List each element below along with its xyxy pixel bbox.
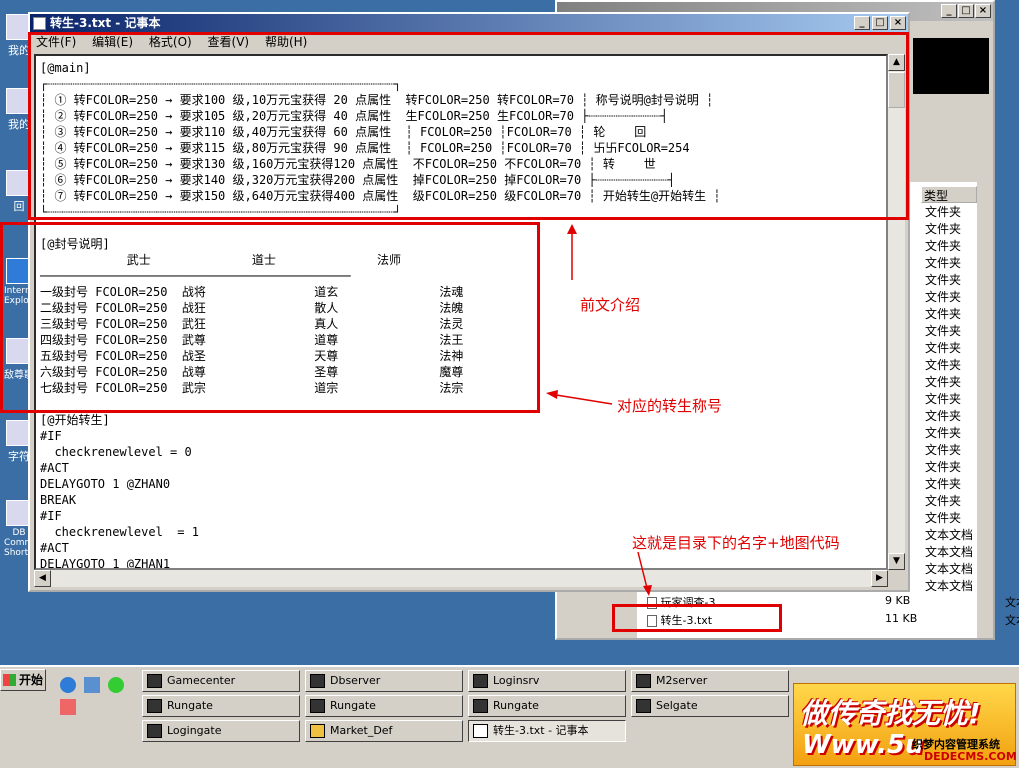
taskbar-button[interactable]: Selgate — [631, 695, 789, 717]
taskbar-button[interactable]: Rungate — [142, 695, 300, 717]
taskbar-button-label: Loginsrv — [493, 674, 540, 687]
start-label: 开始 — [19, 673, 44, 687]
taskbar-button-label: Market_Def — [330, 724, 393, 737]
taskbar-button[interactable]: Logingate — [142, 720, 300, 742]
windows-logo-icon — [3, 674, 16, 686]
taskbar-button-label: Gamecenter — [167, 674, 236, 687]
app-window-icon — [147, 674, 162, 688]
annotation-filename: 这就是目录下的名字+地图代码 — [632, 534, 840, 552]
taskbar-button[interactable]: Rungate — [468, 695, 626, 717]
app-window-icon — [636, 674, 651, 688]
taskbar-button-label: Dbserver — [330, 674, 381, 687]
taskbar-button[interactable]: Dbserver — [305, 670, 463, 692]
taskbar-button[interactable]: Rungate — [305, 695, 463, 717]
desktop-quicklaunch-icon[interactable] — [108, 677, 124, 693]
app-quicklaunch-icon[interactable] — [60, 699, 76, 715]
taskbar-button[interactable]: Market_Def — [305, 720, 463, 742]
taskbar-button[interactable]: 转生-3.txt - 记事本 — [468, 720, 626, 742]
app-window-icon — [147, 699, 162, 713]
taskbar-button-label: M2server — [656, 674, 708, 687]
taskbar-button-label: 转生-3.txt - 记事本 — [493, 724, 589, 737]
annotation-arrows — [546, 224, 652, 596]
app-window-icon — [147, 724, 162, 738]
taskbar-button-label: Selgate — [656, 699, 698, 712]
taskbar-button[interactable]: Loginsrv — [468, 670, 626, 692]
folder-icon — [310, 724, 325, 738]
taskbar-button[interactable]: M2server — [631, 670, 789, 692]
watermark: 做传奇找无忧! Www.5u 织梦内容管理系统 DEDECMS.COM — [793, 683, 1017, 766]
app-window-icon — [310, 699, 325, 713]
start-button[interactable]: 开始 — [0, 669, 46, 691]
taskbar-button-label: Rungate — [330, 699, 376, 712]
outlook-quicklaunch-icon[interactable] — [84, 677, 100, 693]
annotation-titles: 对应的转生称号 — [617, 397, 723, 415]
taskbar-button-label: Rungate — [493, 699, 539, 712]
watermark-line1: 做传奇找无忧! — [800, 697, 981, 730]
annotation-intro: 前文介绍 — [580, 296, 641, 314]
app-window-icon — [473, 674, 488, 688]
watermark-line2: Www.5u — [802, 730, 924, 760]
app-window-icon — [473, 699, 488, 713]
app-window-icon — [310, 674, 325, 688]
taskbar-button-label: Rungate — [167, 699, 213, 712]
taskbar-button-label: Logingate — [167, 724, 222, 737]
notepad-icon — [473, 724, 488, 738]
taskbar-button[interactable]: Gamecenter — [142, 670, 300, 692]
watermark-line4: DEDECMS.COM — [924, 750, 1017, 763]
ie-quicklaunch-icon[interactable] — [60, 677, 76, 693]
app-window-icon — [636, 699, 651, 713]
